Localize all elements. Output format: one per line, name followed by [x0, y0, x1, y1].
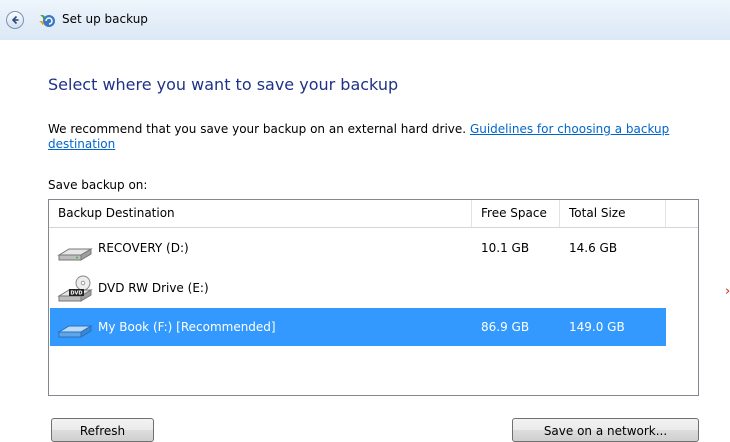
total-size: 149.0 GB	[569, 320, 625, 334]
column-header-destination[interactable]: Backup Destination	[49, 200, 472, 227]
recommendation-label: We recommend that you save your backup o…	[48, 122, 467, 136]
column-header-filler	[666, 200, 698, 227]
backup-icon	[39, 14, 55, 27]
save-backup-on-label: Save backup on:	[48, 178, 148, 192]
back-button[interactable]	[6, 11, 24, 29]
free-space: 10.1 GB	[481, 241, 530, 255]
dvd-drive-icon: DVD	[57, 275, 93, 302]
list-header: Backup Destination Free Space Total Size	[49, 200, 698, 228]
destination-name: DVD RW Drive (E:)	[98, 281, 209, 295]
destination-name: RECOVERY (D:)	[98, 241, 189, 255]
page-heading: Select where you want to save your backu…	[48, 75, 399, 94]
refresh-button[interactable]: Refresh	[51, 418, 154, 442]
svg-text:DVD: DVD	[70, 291, 82, 297]
hard-drive-icon	[57, 248, 93, 261]
back-arrow-icon	[11, 15, 19, 25]
save-on-network-button[interactable]: Save on a network...	[512, 418, 699, 442]
partial-close-mark: ›	[725, 284, 730, 299]
external-drive-icon	[57, 325, 93, 338]
recommendation-text: We recommend that you save your backup o…	[48, 122, 718, 152]
title-bar: Set up backup	[0, 0, 730, 40]
total-size: 14.6 GB	[569, 241, 618, 255]
list-item[interactable]: RECOVERY (D:) 10.1 GB 14.6 GB	[50, 231, 666, 269]
column-header-total-size[interactable]: Total Size	[560, 200, 666, 227]
list-item-selected[interactable]: My Book (F:) [Recommended] 86.9 GB 149.0…	[50, 308, 666, 346]
window-title: Set up backup	[62, 12, 148, 26]
list-item[interactable]: DVD DVD RW Drive (E:)	[50, 269, 666, 307]
backup-destination-list[interactable]: Backup Destination Free Space Total Size…	[48, 199, 699, 396]
column-header-free-space[interactable]: Free Space	[472, 200, 560, 227]
free-space: 86.9 GB	[481, 320, 530, 334]
destination-name: My Book (F:) [Recommended]	[98, 320, 276, 334]
